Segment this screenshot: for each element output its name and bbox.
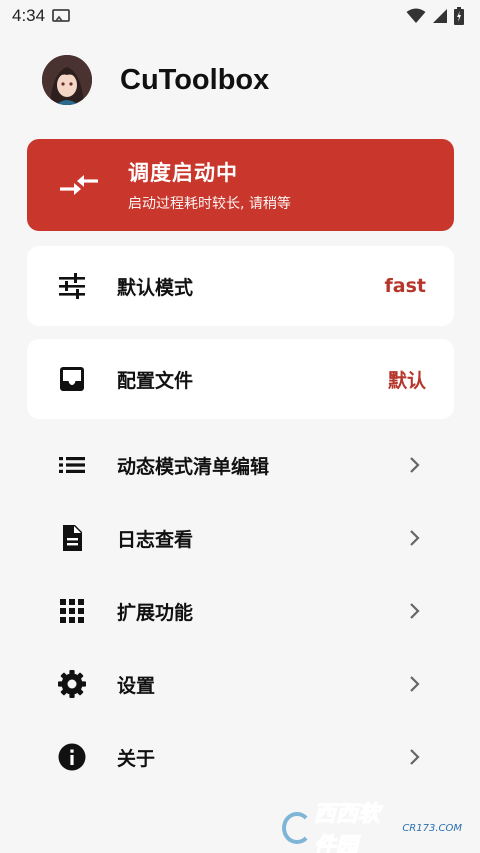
avatar[interactable]: [42, 55, 92, 105]
signal-icon: [433, 9, 447, 23]
avatar-image: [42, 55, 92, 105]
menu-item-about[interactable]: 关于: [27, 727, 454, 787]
watermark-text: 西西软件园: [313, 801, 380, 853]
status-title: 调度启动中: [128, 161, 238, 185]
menu-item-label: 设置: [117, 674, 156, 697]
inbox-tray-icon: [60, 367, 84, 391]
menu-item-log-view[interactable]: 日志查看: [27, 508, 454, 568]
cast-icon: [52, 9, 70, 22]
gear-icon: [58, 670, 86, 698]
status-right: [406, 7, 464, 25]
watermark: 西西软件园 CR173.COM: [282, 801, 462, 853]
default-mode-label: 默认模式: [117, 276, 194, 299]
watermark-sub: CR173.COM: [402, 822, 462, 834]
app-header: CuToolbox: [42, 54, 269, 106]
menu-item-dynamic-mode-list[interactable]: 动态模式清单编辑: [27, 435, 454, 495]
default-mode-value: fast: [384, 275, 426, 297]
chevron-right-icon: [410, 749, 420, 765]
status-subtitle: 启动过程耗时较长, 请稍等: [128, 196, 291, 212]
service-status-card[interactable]: 调度启动中 启动过程耗时较长, 请稍等: [27, 139, 454, 231]
battery-icon: [454, 7, 464, 25]
menu-item-label: 扩展功能: [117, 601, 194, 624]
menu-item-settings[interactable]: 设置: [27, 654, 454, 714]
app-screen: 4:34 CuToolbox 调度启动中 启动过程耗时较长, 请稍等 默认模式 …: [0, 0, 480, 853]
default-mode-card[interactable]: 默认模式 fast: [27, 246, 454, 326]
config-file-label: 配置文件: [117, 369, 194, 392]
status-left: 4:34: [12, 6, 71, 26]
wifi-icon: [406, 8, 426, 23]
menu-item-label: 动态模式清单编辑: [117, 455, 270, 478]
chevron-right-icon: [410, 530, 420, 546]
menu-item-label: 关于: [117, 747, 156, 770]
chevron-right-icon: [410, 457, 420, 473]
status-time: 4:34: [12, 6, 46, 25]
compare-arrows-icon: [60, 175, 98, 195]
menu-item-label: 日志查看: [117, 528, 194, 551]
menu-item-extensions[interactable]: 扩展功能: [27, 581, 454, 641]
document-icon: [63, 525, 82, 551]
info-icon: [58, 743, 86, 771]
chevron-right-icon: [410, 603, 420, 619]
grid-apps-icon: [60, 599, 84, 623]
watermark-logo-icon: [282, 812, 312, 844]
list-icon: [59, 457, 85, 473]
app-title: CuToolbox: [120, 63, 270, 96]
config-file-value: 默认: [387, 369, 426, 392]
tune-sliders-icon: [59, 273, 85, 299]
status-texts: 调度启动中 启动过程耗时较长, 请稍等: [128, 157, 291, 213]
config-file-card[interactable]: 配置文件 默认: [27, 339, 454, 419]
chevron-right-icon: [410, 676, 420, 692]
status-bar: 4:34: [0, 0, 480, 32]
